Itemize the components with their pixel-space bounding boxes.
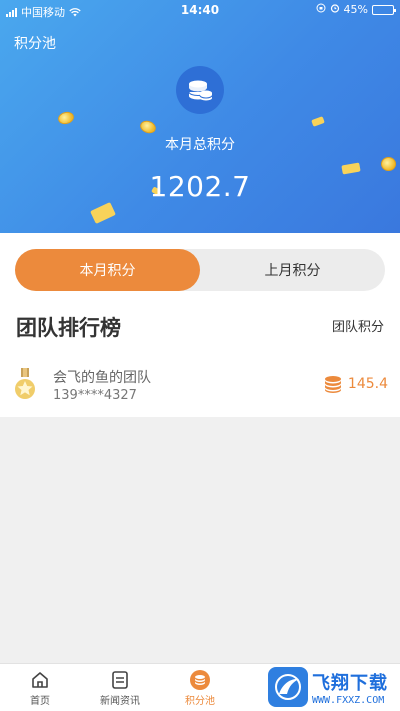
watermark-text: 飞翔下载: [312, 672, 388, 694]
points-pool-header: 中国移动 14:40 45% 积分池 本月总积分 1202.7: [0, 0, 400, 233]
nav-home-label: 首页: [30, 696, 50, 707]
watermark-logo: [268, 667, 308, 707]
nav-news-label: 新闻资讯: [100, 696, 140, 707]
ranking-column-label: 团队积分: [331, 320, 384, 335]
table-row[interactable]: 会飞的鱼的团队 139****4327 145.4: [0, 358, 400, 416]
alarm-icon: [330, 3, 340, 16]
home-icon: [30, 670, 50, 690]
nav-points-pool[interactable]: 积分池: [160, 664, 240, 711]
coin-stack-icon: [176, 66, 224, 114]
nav-points-pool-label: 积分池: [185, 696, 215, 707]
status-bar: 中国移动 14:40 45%: [0, 0, 400, 20]
battery-percent: 45%: [343, 3, 368, 16]
decorative-coin: [381, 157, 396, 171]
decorative-paper: [311, 116, 325, 127]
page-title: 积分池: [14, 36, 56, 52]
monthly-total-value: 1202.7: [149, 170, 251, 203]
orientation-lock-icon: [316, 3, 326, 16]
team-phone: 139****4327: [53, 388, 137, 403]
nav-news[interactable]: 新闻资讯: [80, 664, 160, 711]
team-name: 会飞的鱼的团队: [53, 370, 151, 386]
news-icon: [110, 670, 130, 690]
watermark-url: WWW.FXXZ.COM: [312, 694, 385, 706]
monthly-total-label: 本月总积分: [165, 137, 235, 153]
watermark: 飞翔下载 WWW.FXXZ.COM: [268, 665, 394, 709]
ranking-title: 团队排行榜: [16, 316, 121, 340]
medal-icon: [15, 368, 35, 399]
decorative-coin: [138, 118, 158, 136]
nav-home[interactable]: 首页: [0, 664, 80, 711]
decorative-coin: [56, 110, 76, 126]
tab-this-month[interactable]: 本月积分: [15, 249, 200, 291]
coin-pool-icon: [190, 670, 210, 690]
team-score: 145.4: [347, 376, 388, 392]
battery-icon: [372, 4, 396, 15]
period-tabs: 本月积分 上月积分: [15, 249, 385, 291]
tab-last-month[interactable]: 上月积分: [200, 249, 385, 291]
decorative-paper: [90, 202, 116, 224]
coin-stack-icon: [324, 376, 341, 393]
